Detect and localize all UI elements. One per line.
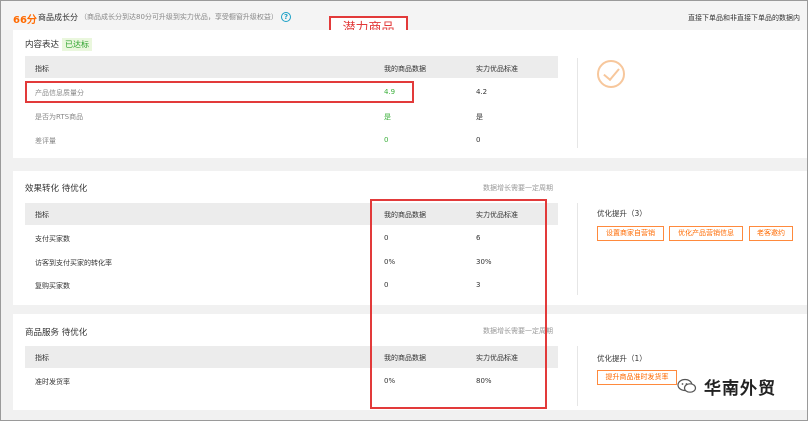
screenshot-border <box>0 0 808 421</box>
